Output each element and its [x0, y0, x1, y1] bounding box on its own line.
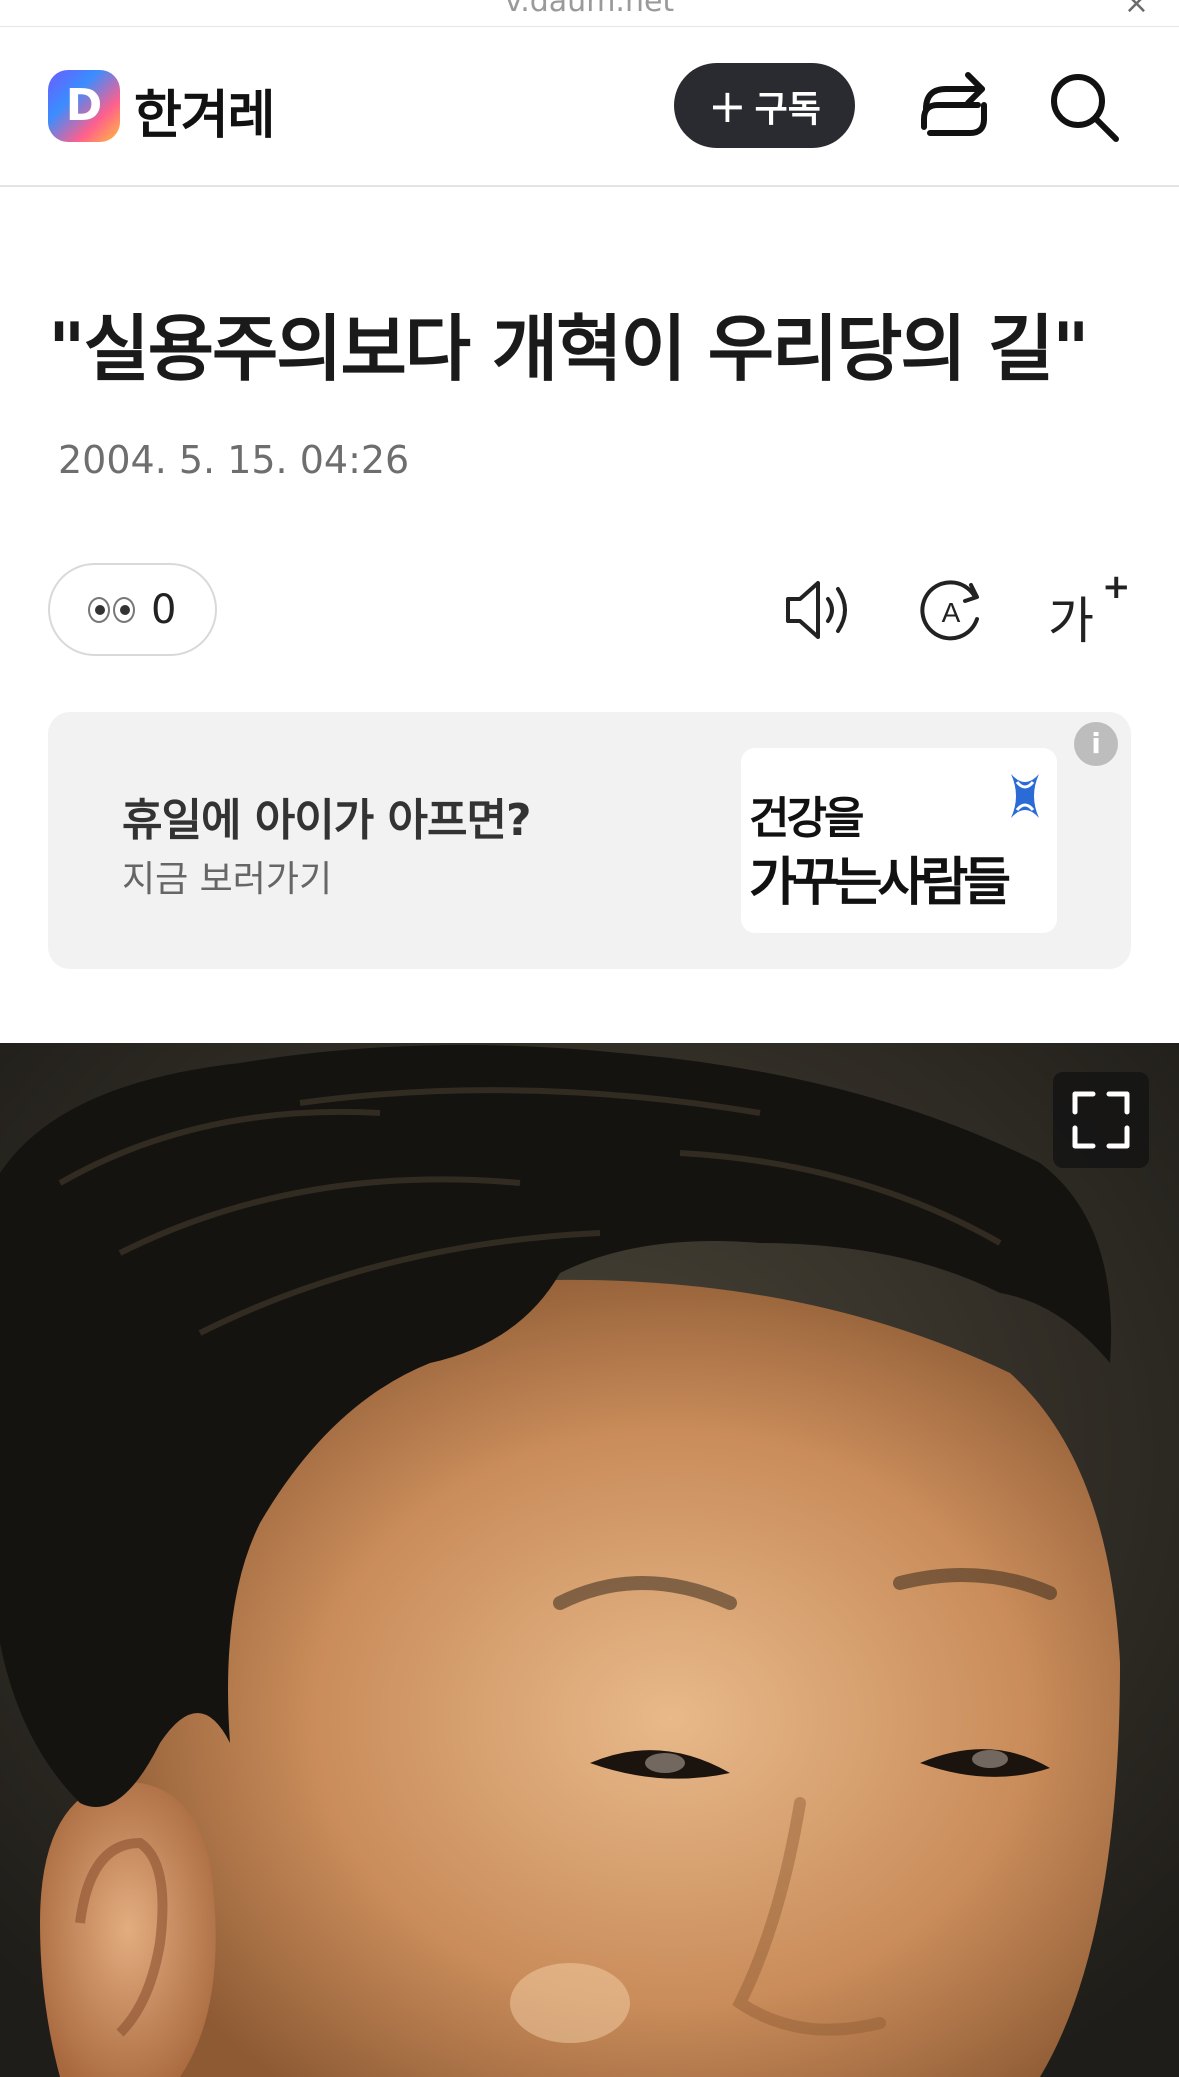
logo-letter: D: [65, 80, 103, 131]
subscribe-label: 구독: [754, 88, 821, 130]
eyes-emoji-icon: [88, 596, 135, 623]
translate-icon[interactable]: A: [913, 575, 989, 645]
article-photo: [0, 1043, 1179, 2077]
ad-logo-line2: 가꾸는사람들: [749, 853, 1011, 913]
ad-logo-line1: 건강을: [749, 793, 864, 844]
ad-logo: 건강을 가꾸는사람들: [741, 748, 1057, 933]
article-date: 2004. 5. 15. 04:26: [58, 438, 410, 482]
ad-link-text[interactable]: 지금 보러가기: [122, 850, 332, 902]
ad-brand-mark-icon: [1011, 774, 1039, 818]
press-name[interactable]: 한겨레: [134, 73, 276, 148]
close-icon[interactable]: ×: [1124, 0, 1149, 21]
plus-icon: +: [1102, 567, 1131, 607]
browser-url-bar: v.daum.net ×: [0, 0, 1179, 27]
reaction-button[interactable]: 0: [48, 563, 217, 656]
plus-icon: +: [708, 78, 747, 133]
site-header: D 한겨레 + 구독: [0, 27, 1179, 187]
ad-headline: 휴일에 아이가 아프면?: [122, 795, 531, 846]
font-size-label: 가: [1048, 592, 1094, 650]
share-icon[interactable]: [916, 69, 992, 145]
speaker-icon[interactable]: [782, 575, 858, 645]
search-icon[interactable]: [1046, 69, 1122, 145]
reaction-count: 0: [151, 586, 177, 633]
ad-banner[interactable]: 휴일에 아이가 아프면? 지금 보러가기 건강을 가꾸는사람들 i: [48, 712, 1131, 969]
font-size-button[interactable]: 가 +: [1048, 567, 1131, 650]
daum-logo-icon[interactable]: D: [48, 70, 120, 142]
url-text: v.daum.net: [504, 0, 675, 19]
svg-text:A: A: [942, 597, 961, 628]
article-title: "실용주의보다 개혁이 우리당의 길": [48, 307, 1090, 391]
fullscreen-icon[interactable]: [1053, 1072, 1149, 1168]
ad-info-icon[interactable]: i: [1074, 722, 1118, 766]
subscribe-button[interactable]: + 구독: [674, 63, 855, 148]
